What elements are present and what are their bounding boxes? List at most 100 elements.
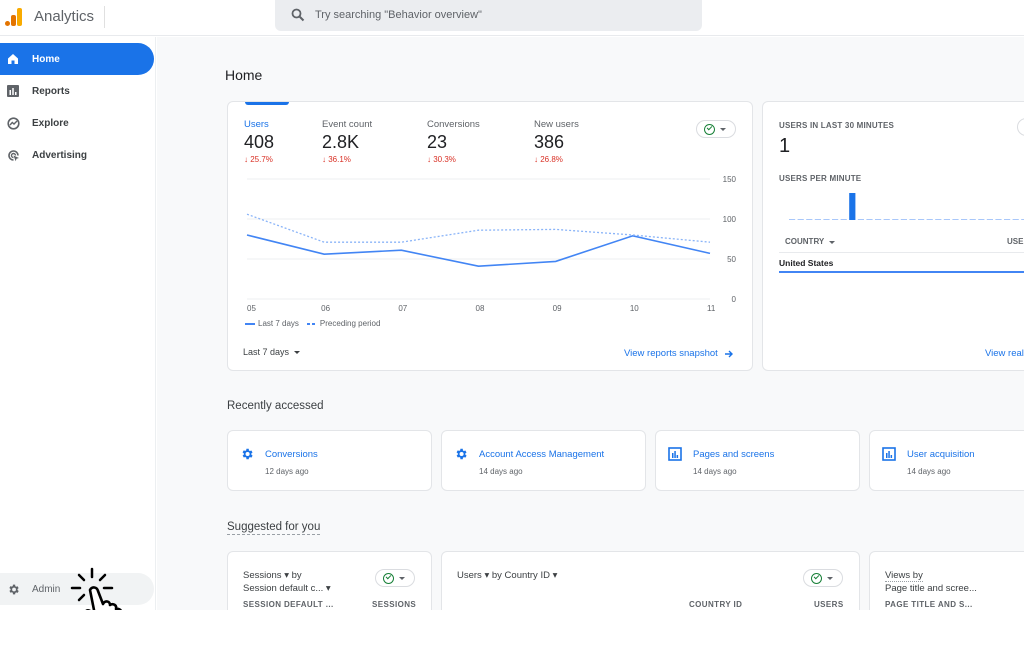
minute-bar: [935, 219, 942, 220]
metric-tab-users[interactable]: Users 408 ↓ 25.7%: [244, 119, 274, 164]
home-icon: [6, 52, 20, 66]
metric-dropdown[interactable]: Users ▾: [457, 570, 489, 581]
insights-status-button[interactable]: [696, 120, 736, 138]
realtime-insights-button[interactable]: [1017, 118, 1024, 136]
minute-bar: [806, 219, 813, 220]
check-circle-icon: [704, 124, 715, 135]
view-realtime-link[interactable]: View real: [985, 348, 1024, 359]
recent-item-time: 14 days ago: [479, 467, 523, 476]
recent-item-title: Pages and screens: [693, 449, 775, 460]
dimension-label[interactable]: Page title and scree...: [885, 583, 977, 594]
minute-bar: [969, 219, 976, 220]
sidebar-item-reports[interactable]: Reports: [0, 75, 154, 107]
suggested-title: Suggested for you: [227, 521, 321, 535]
sidebar-item-label: Admin: [32, 583, 61, 595]
suggested-card-users-by-country: Users ▾ by Country ID ▾ COUNTRY ID USERS: [441, 551, 860, 610]
x-tick-label: 05: [247, 304, 256, 312]
recent-item-time: 14 days ago: [693, 467, 737, 476]
card-heading: Views by Page title and scree...: [885, 569, 977, 595]
column-header: PAGE TITLE AND S...: [885, 600, 973, 609]
users-column-header: USE: [1007, 237, 1024, 246]
legend-swatch-solid: [245, 322, 255, 325]
users-line-chart: 05010015005060708091011Jul: [246, 175, 737, 312]
recent-item-title: User acquisition: [907, 449, 975, 460]
card-heading: Sessions ▾ by Session default c... ▾: [243, 569, 331, 595]
dimension-dropdown[interactable]: Session default c... ▾: [243, 583, 331, 594]
recent-item-time: 12 days ago: [265, 467, 309, 476]
minute-bar: [952, 219, 959, 220]
column-header: USERS: [814, 600, 844, 609]
caret-down-icon: [827, 577, 833, 580]
minute-bar: [789, 219, 796, 220]
metric-tab-conversions[interactable]: Conversions 23 ↓ 30.3%: [427, 119, 480, 164]
recent-item-account-access[interactable]: Account Access Management 14 days ago: [441, 430, 646, 491]
recent-item-pages-and-screens[interactable]: Pages and screens 14 days ago: [655, 430, 860, 491]
insights-status-button[interactable]: [803, 569, 843, 587]
recent-item-conversions[interactable]: Conversions 12 days ago: [227, 430, 432, 491]
column-header: SESSIONS: [372, 600, 417, 609]
minute-bar: [900, 219, 907, 220]
minute-bar: [866, 219, 873, 220]
explore-icon: [6, 116, 20, 130]
selected-tab-indicator: [245, 102, 289, 105]
recently-accessed-title: Recently accessed: [227, 400, 324, 412]
column-label: COUNTRY: [785, 237, 825, 246]
minute-bar: [892, 219, 899, 220]
caret-down-icon: [294, 350, 301, 354]
minute-bar: [814, 219, 821, 220]
analytics-app: Analytics Home Reports Explore Advertisi…: [0, 0, 1024, 610]
bar-chart-icon: [6, 84, 20, 98]
analytics-logo-icon[interactable]: [5, 6, 23, 26]
users-per-minute-label: USERS PER MINUTE: [779, 174, 862, 183]
search-bar[interactable]: [275, 0, 702, 31]
minute-bar: [995, 219, 1002, 220]
sidebar-item-advertising[interactable]: Advertising: [0, 139, 154, 171]
minute-bar: [1012, 219, 1019, 220]
metric-value: 2.8K: [322, 132, 360, 152]
minute-bar: [961, 219, 968, 220]
click-cursor-icon: [70, 567, 123, 610]
country-column-dropdown[interactable]: COUNTRY: [785, 237, 836, 246]
app-title: Analytics: [34, 8, 95, 25]
main-content: Home Users 408 ↓ 25.7% Event count 2.8K …: [157, 37, 1024, 610]
minute-bar: [840, 219, 847, 220]
card-heading: Users ▾ by Country ID ▾: [457, 569, 557, 582]
caret-down-icon: [829, 241, 836, 244]
metric-tab-event-count[interactable]: Event count 2.8K ↓ 36.1%: [322, 119, 372, 164]
minute-bar: [1004, 219, 1011, 220]
minute-bar: [978, 219, 985, 220]
minute-bar: [883, 219, 890, 220]
metric-label: Conversions: [427, 119, 480, 130]
metric-label: Event count: [322, 119, 373, 130]
x-tick-label: 10: [630, 304, 639, 312]
x-tick-label: 07: [398, 304, 407, 312]
view-reports-snapshot-link[interactable]: View reports snapshot: [624, 348, 734, 359]
sidebar-item-home[interactable]: Home: [0, 43, 154, 75]
minute-bar: [909, 219, 916, 220]
realtime-country-row: United States: [779, 258, 834, 268]
recent-item-title: Conversions: [265, 449, 318, 460]
advertising-icon: [6, 148, 20, 162]
y-tick-label: 0: [732, 295, 737, 304]
sidebar-item-explore[interactable]: Explore: [0, 107, 154, 139]
sidebar-item-label: Explore: [32, 117, 69, 129]
legend-previous: Preceding period: [319, 319, 381, 328]
sidebar-item-label: Home: [32, 53, 60, 65]
page-title: Home: [225, 67, 263, 83]
column-header: COUNTRY ID: [689, 600, 743, 609]
users-30min-label: USERS IN LAST 30 MINUTES: [779, 121, 895, 130]
metric-label[interactable]: Views by: [885, 570, 923, 582]
metric-dropdown[interactable]: Sessions ▾: [243, 570, 289, 581]
date-range-dropdown[interactable]: Last 7 days: [243, 347, 301, 357]
recent-item-user-acquisition[interactable]: User acquisition 14 days ago: [869, 430, 1024, 491]
caret-down-icon: [399, 577, 405, 580]
minute-bar: [986, 219, 993, 220]
y-tick-label: 50: [727, 255, 736, 264]
sidebar-item-label: Reports: [32, 85, 70, 97]
metric-tab-new-users[interactable]: New users 386 ↓ 26.8%: [534, 119, 579, 164]
dimension-dropdown[interactable]: by Country ID ▾: [492, 570, 558, 581]
minute-bar: [943, 219, 950, 220]
search-input[interactable]: [315, 6, 685, 24]
y-tick-label: 100: [723, 215, 737, 224]
insights-status-button[interactable]: [375, 569, 415, 587]
